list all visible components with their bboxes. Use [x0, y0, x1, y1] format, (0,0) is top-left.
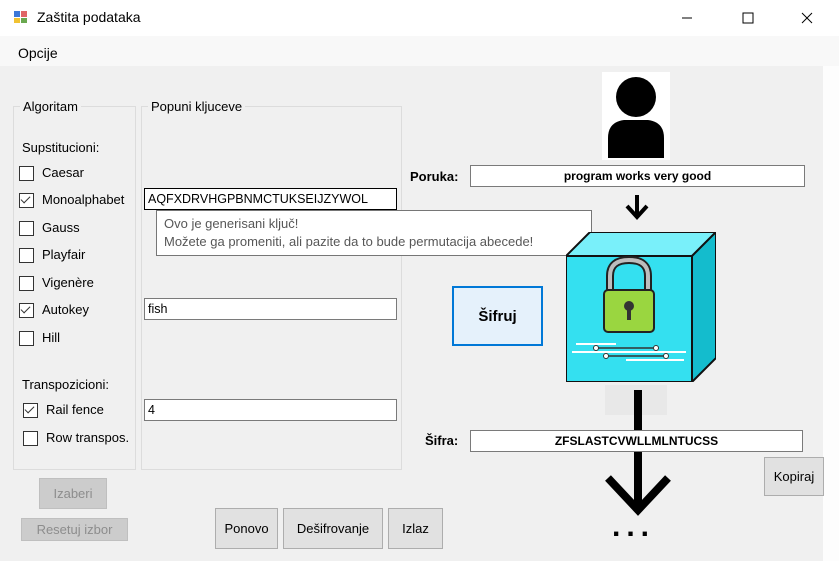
algorithm-group-title: Algoritam — [20, 99, 81, 114]
checkbox-monoalphabet[interactable] — [19, 193, 34, 208]
checkbox-gauss[interactable] — [19, 221, 34, 236]
person-icon — [602, 72, 670, 160]
decrypt-button[interactable]: Dešifrovanje — [283, 508, 383, 549]
menu-bar — [0, 36, 839, 66]
minimize-icon — [682, 17, 692, 19]
select-button[interactable]: Izaberi — [39, 478, 107, 509]
tooltip-line-2: Možete ga promeniti, ali pazite da to bu… — [164, 234, 534, 249]
menu-options[interactable]: Opcije — [18, 45, 58, 61]
key-tooltip: Ovo je generisani ključ! Možete ga prome… — [156, 210, 592, 256]
checkbox-vigenere[interactable] — [19, 276, 34, 291]
checkbox-playfair-label[interactable]: Playfair — [42, 247, 85, 262]
exit-button[interactable]: Izlaz — [388, 508, 443, 549]
copy-button[interactable]: Kopiraj — [764, 457, 824, 496]
app-icon — [14, 11, 27, 23]
checkbox-autokey[interactable] — [19, 303, 34, 318]
cipher-output[interactable]: ZFSLASTCVWLLMLNTUCSS — [470, 430, 803, 452]
checkbox-rail-fence-label[interactable]: Rail fence — [46, 402, 104, 417]
minimize-button[interactable] — [664, 0, 710, 36]
cipher-label: Šifra: — [425, 433, 459, 448]
message-label: Poruka: — [410, 169, 459, 184]
checkbox-autokey-label[interactable]: Autokey — [42, 302, 89, 317]
rail-fence-key-input[interactable]: 4 — [144, 399, 397, 421]
checkbox-vigenere-label[interactable]: Vigenère — [42, 275, 94, 290]
transposition-label: Transpozicioni: — [22, 377, 109, 392]
checkbox-hill-label[interactable]: Hill — [42, 330, 60, 345]
lock-box-icon — [566, 232, 716, 382]
arrow-down-icon — [625, 195, 649, 220]
checkbox-gauss-label[interactable]: Gauss — [42, 220, 80, 235]
maximize-icon — [742, 12, 754, 24]
monoalphabet-key-input[interactable]: AQFXDRVHGPBNMCTUKSEIJZYWOL — [144, 188, 397, 210]
autokey-key-input[interactable]: fish — [144, 298, 397, 320]
long-arrow-down-icon — [605, 390, 671, 516]
checkbox-playfair[interactable] — [19, 248, 34, 263]
close-icon — [801, 12, 813, 24]
close-button[interactable] — [784, 0, 830, 36]
checkbox-row-transposition-label[interactable]: Row transpos. — [46, 430, 129, 445]
encrypt-button[interactable]: Šifruj — [452, 286, 543, 346]
maximize-button[interactable] — [725, 0, 771, 36]
window-edge — [823, 66, 839, 561]
checkbox-rail-fence[interactable] — [23, 403, 38, 418]
checkbox-caesar[interactable] — [19, 166, 34, 181]
reset-selection-button[interactable]: Resetuj izbor — [21, 518, 128, 541]
continuation-dots: ... — [612, 510, 656, 543]
checkbox-hill[interactable] — [19, 331, 34, 346]
again-button[interactable]: Ponovo — [215, 508, 278, 549]
substitution-label: Supstitucioni: — [22, 140, 100, 155]
keys-group-title: Popuni kljuceve — [148, 99, 246, 114]
checkbox-monoalphabet-label[interactable]: Monoalphabet — [42, 192, 124, 207]
checkbox-row-transposition[interactable] — [23, 431, 38, 446]
tooltip-line-1: Ovo je generisani ključ! — [164, 216, 299, 231]
window-title: Zaštita podataka — [37, 9, 141, 25]
message-input[interactable]: program works very good — [470, 165, 805, 187]
checkbox-caesar-label[interactable]: Caesar — [42, 165, 84, 180]
